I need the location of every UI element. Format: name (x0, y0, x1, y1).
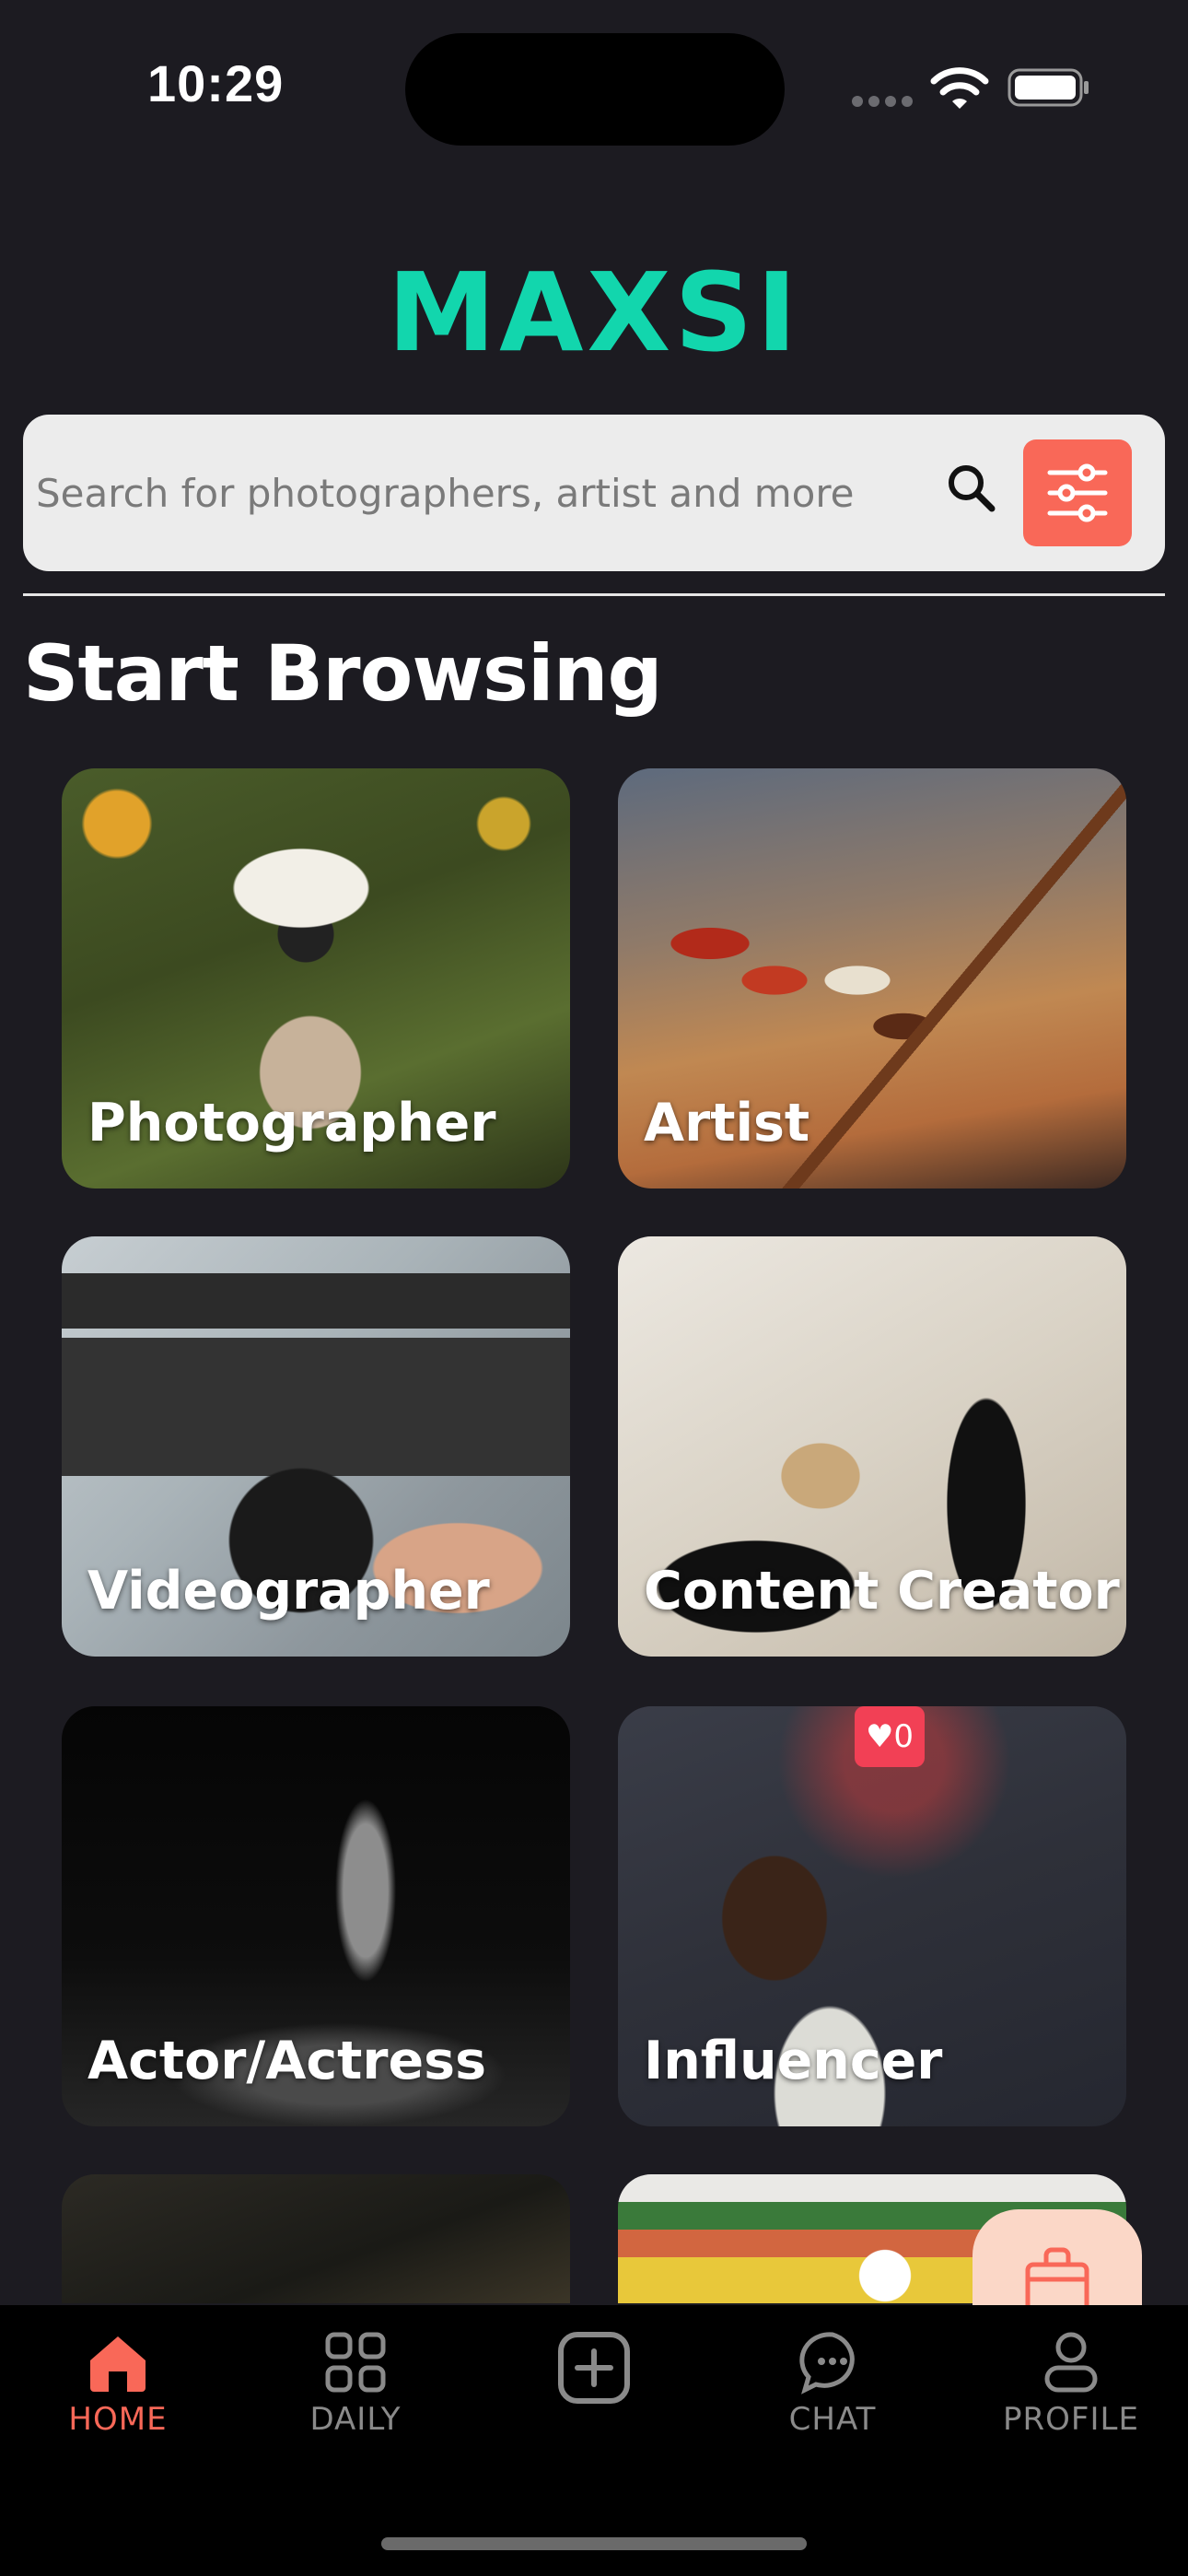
chat-bubble-icon (799, 2332, 855, 2395)
category-label: Influencer (644, 2031, 943, 2091)
search-input[interactable] (36, 451, 920, 534)
battery-icon (1007, 68, 1089, 107)
tab-profile[interactable]: PROFILE (979, 2329, 1163, 2467)
category-card-partial[interactable] (62, 2174, 570, 2303)
tab-home[interactable]: HOME (26, 2329, 210, 2467)
cellular-signal-icon (852, 96, 913, 107)
sliders-icon (1047, 463, 1108, 522)
tab-daily[interactable]: DAILY (263, 2329, 448, 2467)
app-logo-title: MAXSI (387, 249, 801, 376)
filter-button[interactable] (1023, 439, 1132, 546)
user-icon (1044, 2332, 1098, 2393)
grid-icon (325, 2332, 386, 2393)
category-card-content-creator[interactable]: Content Creator (618, 1236, 1126, 1657)
tab-label: PROFILE (1003, 2401, 1139, 2438)
plus-square-icon (558, 2332, 630, 2404)
category-label: Content Creator (644, 1561, 1120, 1622)
home-icon (90, 2336, 146, 2392)
category-card-artist[interactable]: Artist (618, 768, 1126, 1188)
search-bar (23, 415, 1165, 571)
section-title: Start Browsing (23, 628, 663, 719)
category-label: Artist (644, 1093, 810, 1153)
like-badge: ♥0 (855, 1706, 925, 1767)
tab-label: DAILY (309, 2401, 402, 2438)
wifi-icon (930, 67, 989, 109)
heart-icon: ♥ (865, 1718, 894, 1755)
tab-label: HOME (68, 2401, 168, 2438)
dynamic-island (405, 33, 785, 146)
category-label: Videographer (87, 1561, 490, 1622)
category-card-videographer[interactable]: Videographer (62, 1236, 570, 1657)
category-label: Photographer (87, 1093, 496, 1153)
tab-chat[interactable]: CHAT (740, 2329, 925, 2467)
bottom-tab-bar: HOME DAILY CHAT PROFILE (0, 2305, 1188, 2576)
divider (23, 593, 1165, 596)
tab-create[interactable] (502, 2329, 686, 2467)
category-card-influencer[interactable]: ♥0 Influencer (618, 1706, 1126, 2126)
tab-label: CHAT (788, 2401, 877, 2438)
category-card-actor-actress[interactable]: Actor/Actress (62, 1706, 570, 2126)
home-indicator[interactable] (381, 2537, 807, 2550)
status-time: 10:29 (147, 54, 285, 112)
search-icon[interactable] (944, 461, 1001, 518)
category-label: Actor/Actress (87, 2031, 487, 2091)
like-count: 0 (893, 1718, 914, 1755)
category-card-photographer[interactable]: Photographer (62, 768, 570, 1188)
